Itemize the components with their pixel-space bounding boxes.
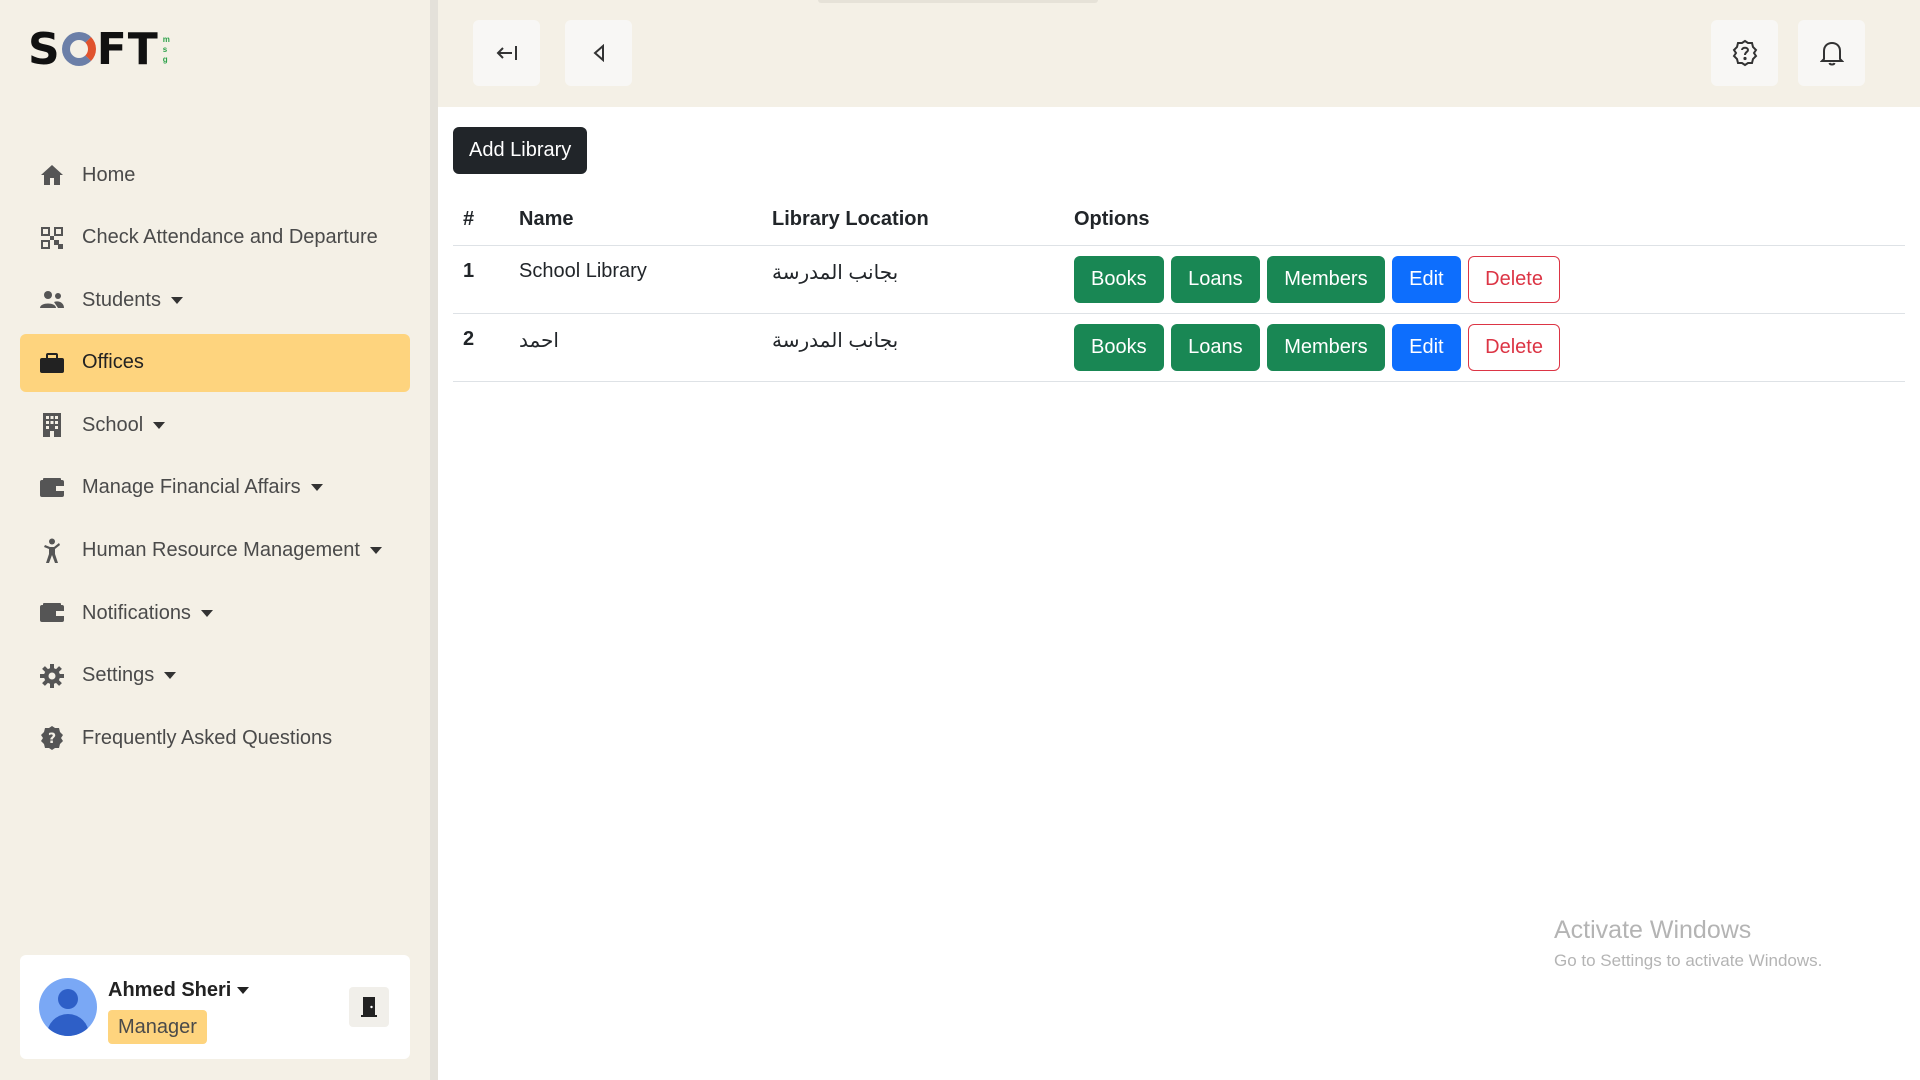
role-badge: Manager bbox=[108, 1010, 207, 1044]
edit-button[interactable]: Edit bbox=[1392, 255, 1461, 303]
sidebar-nav: Home Check Attendance and Departure Stud… bbox=[20, 146, 410, 772]
back-button[interactable] bbox=[565, 20, 632, 86]
books-button[interactable]: Books bbox=[1074, 255, 1164, 303]
row-location: بجانب المدرسة bbox=[762, 313, 1064, 382]
column-header-options: Options bbox=[1064, 195, 1905, 246]
table-header-row: # Name Library Location Options bbox=[453, 195, 1905, 246]
top-bar bbox=[438, 0, 1920, 107]
sidebar-item-home[interactable]: Home bbox=[20, 146, 410, 204]
sidebar-item-students[interactable]: Students bbox=[20, 271, 410, 329]
sidebar-scrollbar[interactable] bbox=[430, 0, 438, 1080]
chevron-down-icon bbox=[153, 421, 166, 429]
activate-windows-watermark: Activate Windows Go to Settings to activ… bbox=[1554, 916, 1822, 971]
building-icon bbox=[38, 411, 66, 439]
delete-button[interactable]: Delete bbox=[1468, 323, 1560, 371]
chevron-down-icon bbox=[237, 987, 250, 994]
edit-button[interactable]: Edit bbox=[1392, 323, 1461, 371]
sidebar: S FT m s g Home Check Attendance and Depa… bbox=[0, 0, 430, 1080]
chevron-down-icon bbox=[369, 547, 382, 555]
sidebar-item-label: Notifications bbox=[82, 601, 191, 624]
wallet-icon bbox=[38, 474, 66, 502]
row-name: School Library bbox=[509, 245, 762, 314]
sidebar-item-label: Students bbox=[82, 288, 161, 311]
chevron-down-icon bbox=[200, 609, 213, 617]
user-name: Ahmed Sheri bbox=[108, 979, 232, 1001]
members-button[interactable]: Members bbox=[1267, 255, 1385, 303]
avatar[interactable] bbox=[39, 978, 97, 1036]
column-header-location: Library Location bbox=[762, 195, 1064, 246]
sidebar-item-hr[interactable]: Human Resource Management bbox=[20, 522, 410, 580]
user-name-dropdown[interactable]: Ahmed Sheri bbox=[108, 979, 250, 1002]
loans-button[interactable]: Loans bbox=[1171, 323, 1260, 371]
chevron-down-icon bbox=[164, 672, 177, 680]
logout-button[interactable] bbox=[349, 987, 389, 1027]
svg-text:?: ? bbox=[48, 731, 56, 747]
books-button[interactable]: Books bbox=[1074, 323, 1164, 371]
gear-icon bbox=[38, 662, 66, 690]
sidebar-item-offices[interactable]: Offices bbox=[20, 333, 410, 392]
door-icon bbox=[361, 997, 377, 1017]
delete-button[interactable]: Delete bbox=[1468, 255, 1560, 303]
library-table: # Name Library Location Options 1 School… bbox=[453, 195, 1905, 382]
user-card: Ahmed Sheri Manager bbox=[20, 955, 410, 1059]
person-icon bbox=[38, 537, 66, 565]
table-row: 2 احمد بجانب المدرسة Books Loans Members… bbox=[453, 313, 1905, 382]
add-library-button[interactable]: Add Library bbox=[453, 127, 588, 174]
inbox-icon bbox=[38, 599, 66, 627]
question-circle-icon: ? bbox=[38, 724, 66, 752]
row-number: 1 bbox=[453, 245, 509, 314]
help-button[interactable] bbox=[1711, 20, 1778, 86]
watermark-title: Activate Windows bbox=[1554, 916, 1752, 944]
users-icon bbox=[38, 286, 66, 314]
row-options: Books Loans Members Edit Delete bbox=[1064, 245, 1905, 314]
bell-icon bbox=[1819, 41, 1844, 66]
logo[interactable]: S FT m s g bbox=[28, 28, 170, 72]
row-location: بجانب المدرسة bbox=[762, 245, 1064, 314]
sidebar-item-label: Manage Financial Affairs bbox=[82, 476, 301, 499]
qr-code-icon bbox=[38, 224, 66, 252]
sidebar-item-attendance[interactable]: Check Attendance and Departure bbox=[20, 209, 410, 267]
loans-button[interactable]: Loans bbox=[1171, 255, 1260, 303]
logo-text: S FT bbox=[28, 24, 159, 75]
column-header-name: Name bbox=[509, 195, 762, 246]
home-icon bbox=[38, 161, 66, 189]
sidebar-item-label: Home bbox=[82, 163, 136, 186]
sidebar-item-school[interactable]: School bbox=[20, 396, 410, 454]
table-row: 1 School Library بجانب المدرسة Books Loa… bbox=[453, 245, 1905, 314]
logo-subtext: m s g bbox=[162, 35, 170, 64]
chevron-down-icon bbox=[310, 484, 323, 492]
sidebar-item-faq[interactable]: ? Frequently Asked Questions bbox=[20, 709, 410, 767]
sidebar-item-label: Offices bbox=[82, 351, 144, 374]
notifications-button[interactable] bbox=[1798, 20, 1865, 86]
caret-left-icon bbox=[592, 44, 604, 62]
sidebar-item-label: Check Attendance and Departure bbox=[82, 226, 378, 249]
members-button[interactable]: Members bbox=[1267, 323, 1385, 371]
chevron-down-icon bbox=[170, 296, 183, 304]
arrow-left-bar-icon bbox=[496, 46, 517, 60]
collapse-sidebar-button[interactable] bbox=[473, 20, 540, 86]
question-badge-icon bbox=[1732, 39, 1757, 67]
row-number: 2 bbox=[453, 313, 509, 382]
top-bar-tab bbox=[818, 0, 1098, 3]
watermark-subtitle: Go to Settings to activate Windows. bbox=[1554, 951, 1823, 970]
sidebar-item-financial[interactable]: Manage Financial Affairs bbox=[20, 459, 410, 517]
sidebar-item-label: School bbox=[82, 413, 144, 436]
column-header-number: # bbox=[453, 195, 509, 246]
sidebar-item-label: Frequently Asked Questions bbox=[82, 726, 333, 749]
row-options: Books Loans Members Edit Delete bbox=[1064, 313, 1905, 382]
briefcase-icon bbox=[38, 349, 66, 377]
sidebar-item-label: Settings bbox=[82, 664, 155, 687]
sidebar-item-label: Human Resource Management bbox=[82, 539, 360, 562]
row-name: احمد bbox=[509, 313, 762, 382]
sidebar-item-notifications[interactable]: Notifications bbox=[20, 584, 410, 642]
sidebar-item-settings[interactable]: Settings bbox=[20, 647, 410, 705]
